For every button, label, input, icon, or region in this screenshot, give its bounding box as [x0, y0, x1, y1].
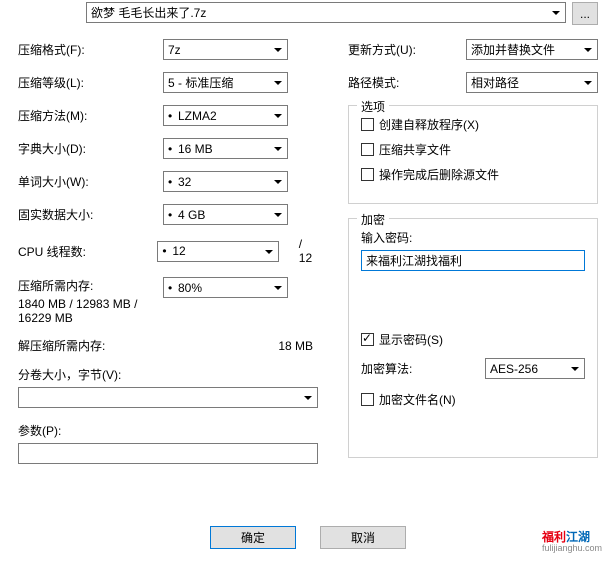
- memc-info: 1840 MB / 12983 MB / 16229 MB: [18, 297, 163, 325]
- cancel-button[interactable]: 取消: [320, 526, 406, 549]
- memd-value: 18 MB: [163, 339, 318, 353]
- method-select[interactable]: LZMA2: [163, 105, 288, 126]
- password-label: 输入密码:: [361, 229, 585, 246]
- encryption-fieldset: 加密 输入密码: 显示密码(S) 加密算法:AES-256 加密文件名(N): [348, 218, 598, 458]
- level-select[interactable]: 5 - 标准压缩: [163, 72, 288, 93]
- browse-button[interactable]: ...: [572, 2, 598, 25]
- archive-name-select[interactable]: 欲梦 毛毛长出来了.7z: [86, 2, 566, 23]
- delete-checkbox[interactable]: 操作完成后删除源文件: [361, 166, 585, 183]
- dict-select[interactable]: 16 MB: [163, 138, 288, 159]
- path-label: 路径模式:: [348, 74, 466, 91]
- share-checkbox[interactable]: 压缩共享文件: [361, 141, 585, 158]
- word-select[interactable]: 32: [163, 171, 288, 192]
- options-legend: 选项: [357, 98, 389, 115]
- archive-name: 欲梦 毛毛长出来了.7z: [91, 4, 206, 21]
- encrypt-names-checkbox[interactable]: 加密文件名(N): [361, 391, 585, 408]
- solid-label: 固实数据大小:: [18, 206, 163, 223]
- password-input[interactable]: [361, 250, 585, 271]
- method-label: 压缩方法(M):: [18, 107, 163, 124]
- params-input[interactable]: [18, 443, 318, 464]
- path-select[interactable]: 相对路径: [466, 72, 598, 93]
- split-label: 分卷大小，字节(V):: [18, 366, 318, 383]
- sfx-checkbox[interactable]: 创建自释放程序(X): [361, 116, 585, 133]
- memc-label: 压缩所需内存:: [18, 277, 163, 294]
- algo-label: 加密算法:: [361, 360, 485, 377]
- options-fieldset: 选项 创建自释放程序(X) 压缩共享文件 操作完成后删除源文件: [348, 105, 598, 204]
- update-label: 更新方式(U):: [348, 41, 466, 58]
- watermark-logo: 福利江湖 fulijianghu.com: [542, 528, 602, 553]
- update-select[interactable]: 添加并替换文件: [466, 39, 598, 60]
- level-label: 压缩等级(L):: [18, 74, 163, 91]
- threads-label: CPU 线程数:: [18, 243, 157, 260]
- memd-label: 解压缩所需内存:: [18, 337, 163, 354]
- dict-label: 字典大小(D):: [18, 140, 163, 157]
- format-select[interactable]: 7z: [163, 39, 288, 60]
- show-password-checkbox[interactable]: 显示密码(S): [361, 331, 585, 348]
- ok-button[interactable]: 确定: [210, 526, 296, 549]
- threads-max: / 12: [299, 237, 318, 265]
- split-select[interactable]: [18, 387, 318, 408]
- encryption-legend: 加密: [357, 211, 389, 228]
- memc-select[interactable]: 80%: [163, 277, 288, 298]
- word-label: 单词大小(W):: [18, 173, 163, 190]
- format-label: 压缩格式(F):: [18, 41, 163, 58]
- params-label: 参数(P):: [18, 422, 318, 439]
- algo-select[interactable]: AES-256: [485, 358, 585, 379]
- solid-select[interactable]: 4 GB: [163, 204, 288, 225]
- threads-select[interactable]: 12: [157, 241, 278, 262]
